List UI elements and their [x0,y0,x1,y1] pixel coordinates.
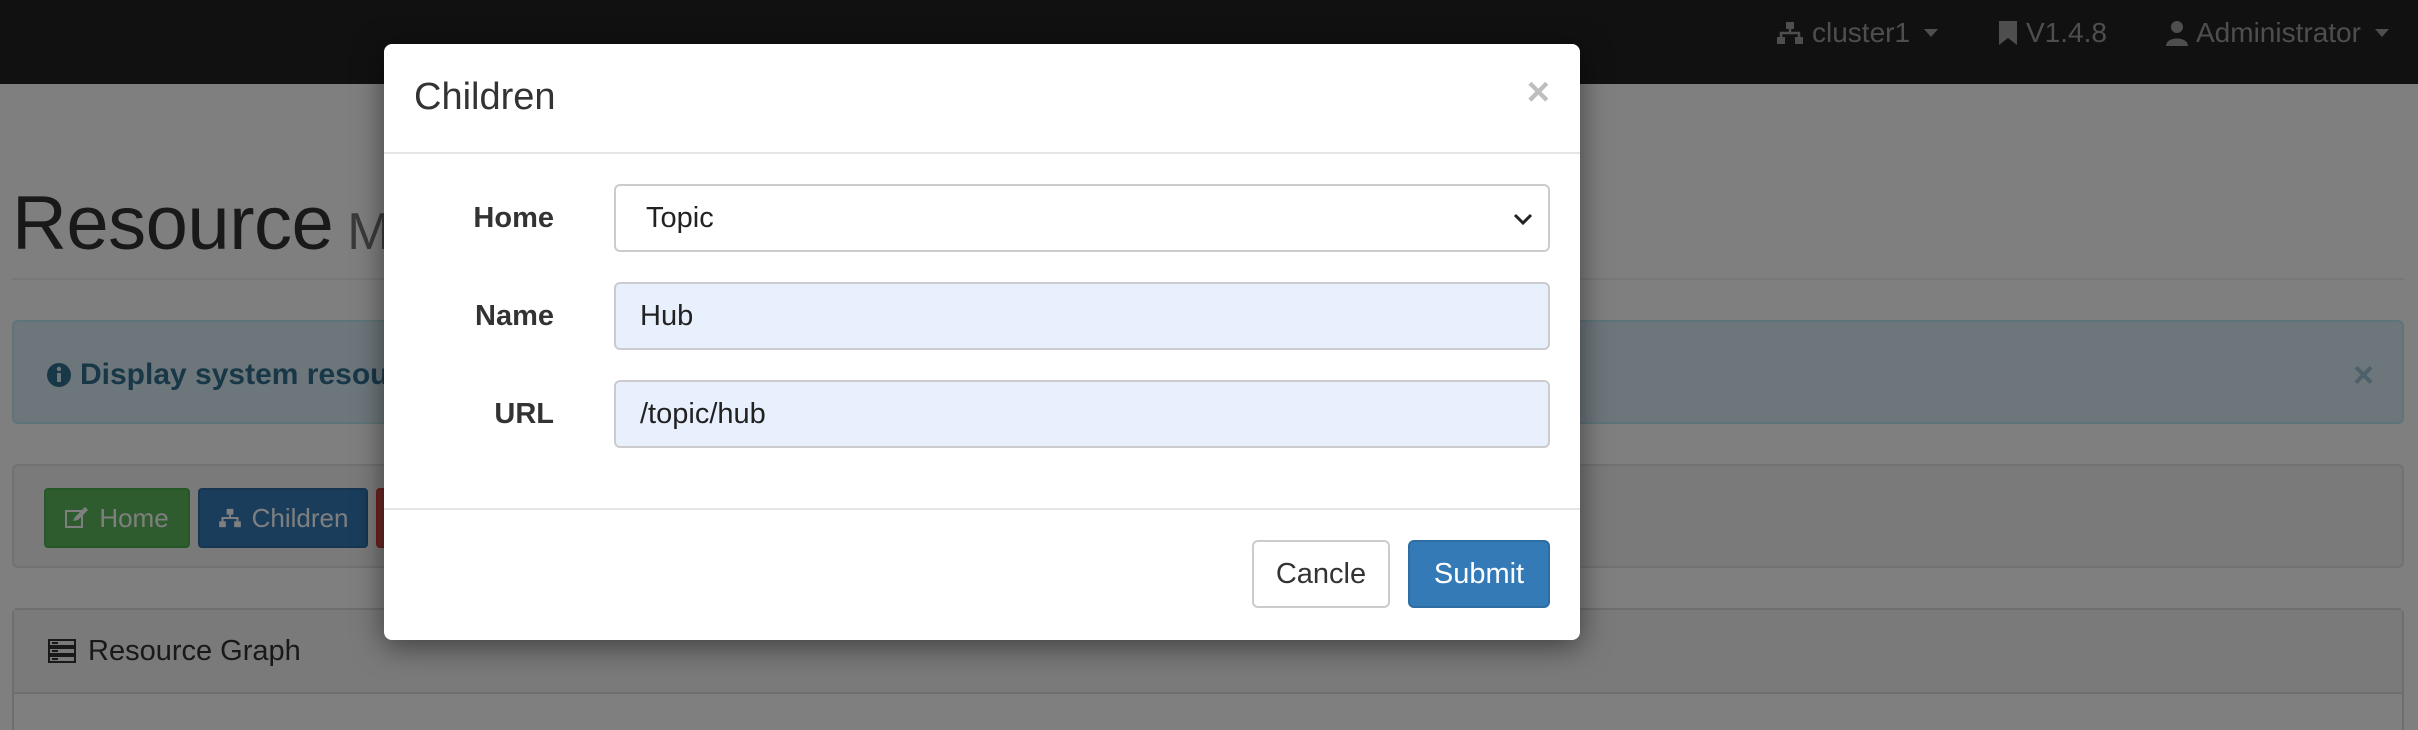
url-row: URL /topic/hub [384,380,1580,448]
submit-button[interactable]: Submit [1408,540,1550,608]
chevron-down-icon [1513,213,1533,226]
modal-close-button[interactable]: × [1527,70,1550,115]
url-label: URL [494,398,554,430]
modal-footer: Cancle Submit [384,508,1580,640]
home-row: Home Topic [384,184,1580,252]
url-input-value: /topic/hub [640,397,766,430]
name-input[interactable]: Hub [614,282,1550,350]
home-select-value: Topic [646,201,714,234]
home-label: Home [473,202,554,234]
name-label: Name [475,300,554,332]
children-modal: Children × Home Topic Name Hub URL /topi… [384,44,1580,640]
modal-title: Children [414,76,556,118]
name-row: Name Hub [384,282,1580,350]
home-select[interactable]: Topic [614,184,1550,252]
modal-header: Children × [384,44,1580,154]
cancel-button[interactable]: Cancle [1252,540,1390,608]
modal-body: Home Topic Name Hub URL /topic/hub [384,154,1580,504]
name-input-value: Hub [640,299,694,332]
url-input[interactable]: /topic/hub [614,380,1550,448]
